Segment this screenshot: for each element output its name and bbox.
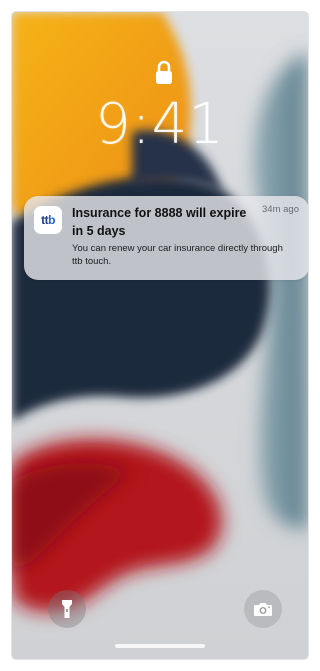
lock-icon xyxy=(156,60,172,84)
notification-time: 34m ago xyxy=(262,204,299,215)
flashlight-icon xyxy=(62,600,72,618)
camera-icon xyxy=(254,603,272,616)
flashlight-button[interactable] xyxy=(48,590,86,628)
ttb-app-icon: ttb xyxy=(34,206,62,234)
notification-card[interactable]: ttb Insurance for 8888 will expire in 5 … xyxy=(24,196,308,280)
notification-body: You can renew your car insurance directl… xyxy=(72,243,283,267)
notification-title: Insurance for 8888 will expire in 5 days xyxy=(72,206,247,238)
lock-screen: 9:41 ttb Insurance for 8888 will expire … xyxy=(12,12,308,659)
home-indicator[interactable] xyxy=(115,644,205,648)
camera-button[interactable] xyxy=(244,590,282,628)
clock-time: 9:41 xyxy=(95,92,225,157)
